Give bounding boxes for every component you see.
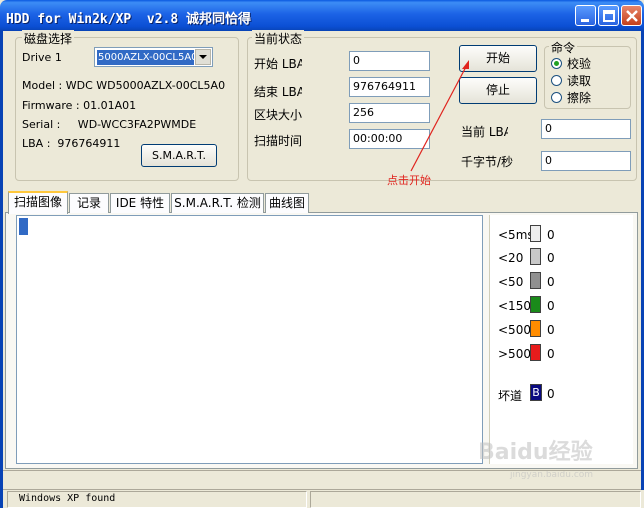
legend-swatch [530,296,541,313]
drive-select[interactable]: 5000AZLX-00CL5A0 [94,47,213,67]
legend-swatch [530,248,541,265]
legend-label: <50 [498,275,524,289]
current-lba-field: 0 [541,119,631,139]
command-title: 命令 [549,39,578,56]
legend-count: 0 [547,228,555,242]
legend-swatch [530,272,541,289]
end-lba-label: 结束 LBA [254,85,302,99]
radio-verify-label: 校验 [567,57,592,71]
serial-text: Serial : WD-WCC3FA2PWMDE [22,118,197,131]
tab-smart[interactable]: S.M.A.R.T. 检测 [171,193,264,213]
legend-swatch [530,320,541,337]
current-status-title: 当前状态 [252,30,305,47]
status-text: Windows XP found [19,493,116,504]
firmware-text: Firmware : 01.01A01 [22,99,137,112]
drive-label: Drive 1 [22,51,62,64]
title-bar: HDD for Win2k/XP v2.8 诚邦同恰得 [0,0,644,31]
legend-label: <5ms [498,228,534,242]
tab-scan-map[interactable]: 扫描图像 [8,191,68,214]
bad-sector-swatch: B [530,384,542,401]
legend-count: 0 [547,299,555,313]
window-title: HDD for Win2k/XP v2.8 诚邦同恰得 [6,12,252,27]
maximize-button[interactable] [598,5,619,26]
legend-panel: <5ms 0 <20 0 <50 0 <150 0 <500 0 >500 0 … [489,215,633,464]
close-icon [626,10,638,22]
tab-log[interactable]: 记录 [69,193,109,213]
bad-sector-count: 0 [547,387,555,401]
radio-erase-label: 擦除 [567,91,592,105]
kb-per-sec-field: 0 [541,151,631,171]
radio-erase[interactable] [551,92,562,103]
minimize-icon [581,19,589,22]
chevron-down-icon[interactable] [195,49,211,65]
start-lba-label: 开始 LBA [254,57,302,71]
watermark-sub: jingyan.baidu.com [510,470,594,480]
close-button[interactable] [621,5,642,26]
status-bar: Windows XP found [5,490,644,508]
legend-label: <150 [498,299,531,313]
legend-label: <500 [498,323,531,337]
status-cell-secondary [310,491,641,508]
legend-swatch [530,225,541,242]
legend-label: <20 [498,251,524,265]
legend-swatch [530,344,541,361]
scan-time-label: 扫描时间 [254,134,302,148]
maximize-icon [603,10,615,22]
annotation-text: 点击开始 [387,174,431,187]
bad-sector-glyph: B [532,386,540,399]
tab-graph[interactable]: 曲线图 [265,193,309,213]
annotation-arrow-icon [410,60,469,172]
legend-count: 0 [547,323,555,337]
legend-count: 0 [547,347,555,361]
radio-read[interactable] [551,75,562,86]
model-text: Model : WDC WD5000AZLX-00CL5A0 [22,79,226,92]
tab-ide[interactable]: IDE 特性 [110,193,170,213]
lba-text: LBA : 976764911 [22,137,121,150]
drive-select-value: 5000AZLX-00CL5A0 [97,50,194,65]
minimize-button[interactable] [575,5,596,26]
progress-separator [3,470,641,471]
window-frame-left [0,31,3,508]
radio-verify[interactable] [551,58,562,69]
scan-cursor [19,218,28,235]
legend-count: 0 [547,251,555,265]
disk-select-title: 磁盘选择 [22,30,75,47]
watermark: Baidu经验 [478,440,593,465]
bad-sector-label: 坏道 [498,389,523,403]
radio-read-label: 读取 [567,74,592,88]
legend-label: >500 [498,347,531,361]
smart-button[interactable]: S.M.A.R.T. [141,144,217,167]
scan-map [16,215,483,464]
block-size-label: 区块大小 [254,108,302,122]
legend-count: 0 [547,275,555,289]
